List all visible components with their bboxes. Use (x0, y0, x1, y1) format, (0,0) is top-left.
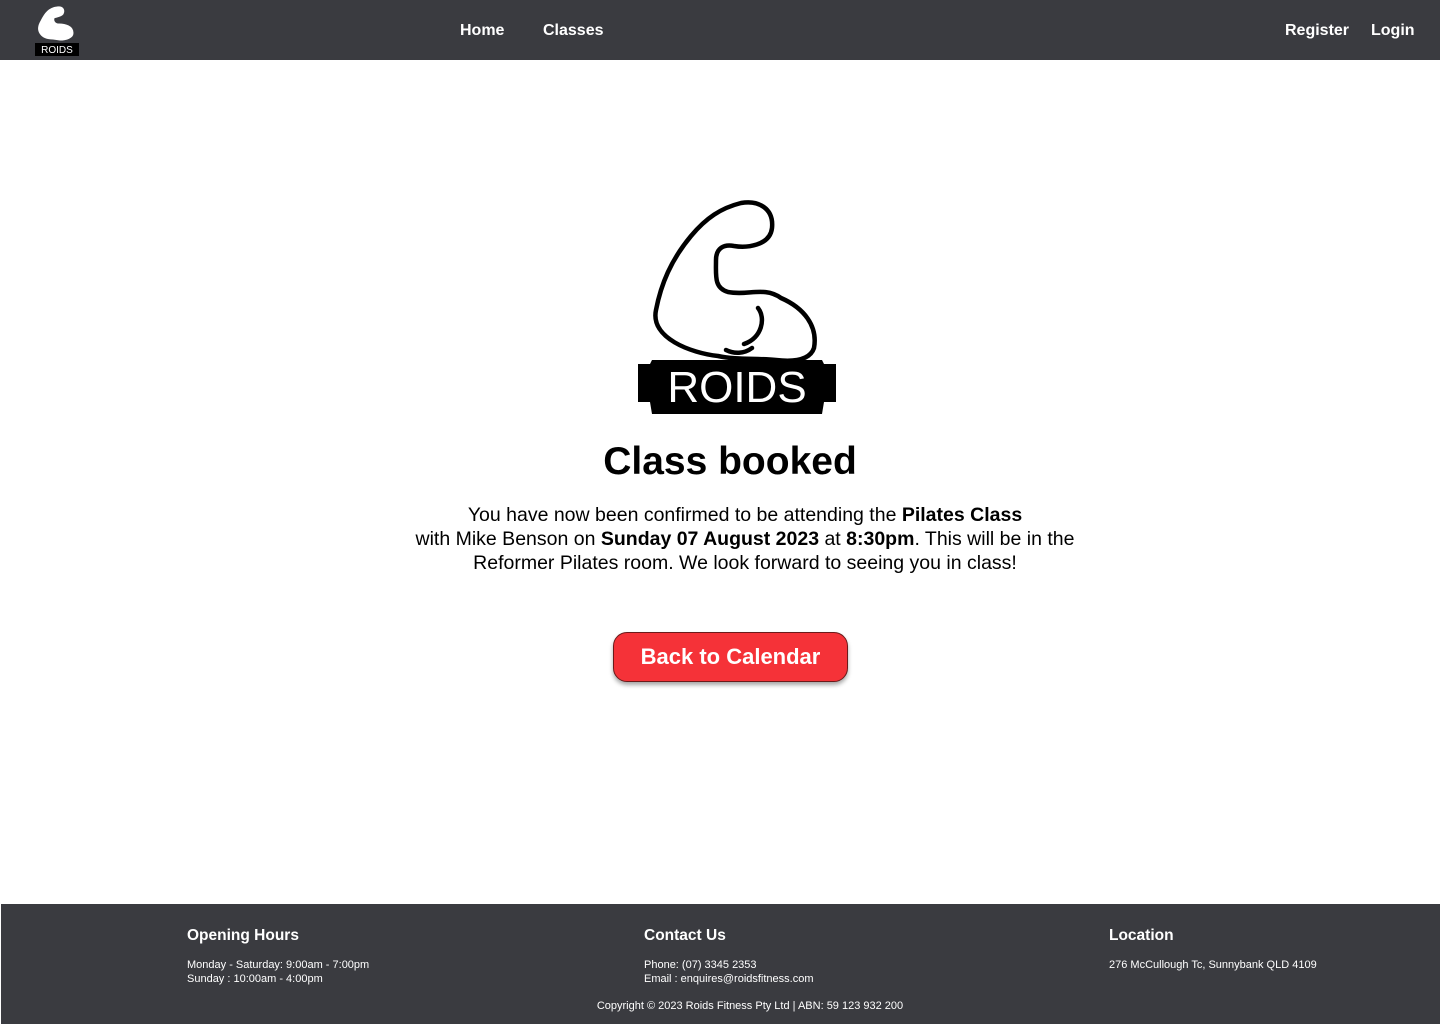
hours-weekday: Monday - Saturday: 9:00am - 7:00pm (187, 959, 370, 971)
roids-hero-logo: ROIDS (638, 200, 836, 414)
confirmation-message: You have now been confirmed to be attend… (400, 503, 1090, 575)
location-heading: Location (1109, 927, 1174, 944)
message-line2-suffix: . This will be in the (914, 528, 1075, 550)
hours-sunday: Sunday : 10:00am - 4:00pm (187, 973, 323, 985)
nav-classes-link[interactable]: Classes (543, 20, 604, 42)
contact-heading: Contact Us (644, 927, 726, 944)
message-line2-prefix: with Mike Benson on (415, 528, 601, 550)
message-line1-prefix: You have now been confirmed to be attend… (467, 504, 902, 526)
copyright-text: Copyright © 2023 Roids Fitness Pty Ltd |… (596, 1000, 904, 1012)
contact-phone: Phone: (07) 3345 2353 (644, 959, 757, 971)
message-line3: Reformer Pilates room. We look forward t… (473, 552, 1017, 574)
class-time: 8:30pm (846, 528, 915, 550)
back-to-calendar-button[interactable]: Back to Calendar (613, 632, 848, 682)
roids-logo[interactable]: ROIDS (33, 5, 81, 56)
site-footer: Opening Hours Monday - Saturday: 9:00am … (1, 904, 1440, 1024)
hero-logo-wordmark: ROIDS (667, 363, 806, 412)
nav-register-link[interactable]: Register (1285, 20, 1349, 42)
opening-hours-heading: Opening Hours (187, 927, 299, 944)
class-name: Pilates Class (901, 504, 1023, 526)
opening-hours-section: Opening Hours Monday - Saturday: 9:00am … (187, 926, 369, 986)
contact-email: Email : enquires@roidsfitness.com (644, 973, 814, 985)
class-date: Sunday 07 August 2023 (600, 528, 820, 550)
location-address: 276 McCullough Tc, Sunnybank QLD 4109 (1109, 959, 1317, 971)
top-navbar: ROIDS Home Classes Register Login (0, 0, 1440, 60)
at-text: at (819, 528, 847, 550)
bicep-icon (653, 200, 817, 363)
location-section: Location 276 McCullough Tc, Sunnybank QL… (1109, 926, 1317, 972)
contact-section: Contact Us Phone: (07) 3345 2353 Email :… (644, 926, 814, 986)
nav-home-link[interactable]: Home (460, 20, 504, 42)
logo-wordmark: ROIDS (41, 45, 73, 56)
nav-login-link[interactable]: Login (1371, 20, 1415, 42)
page-title: Class booked (603, 440, 857, 483)
